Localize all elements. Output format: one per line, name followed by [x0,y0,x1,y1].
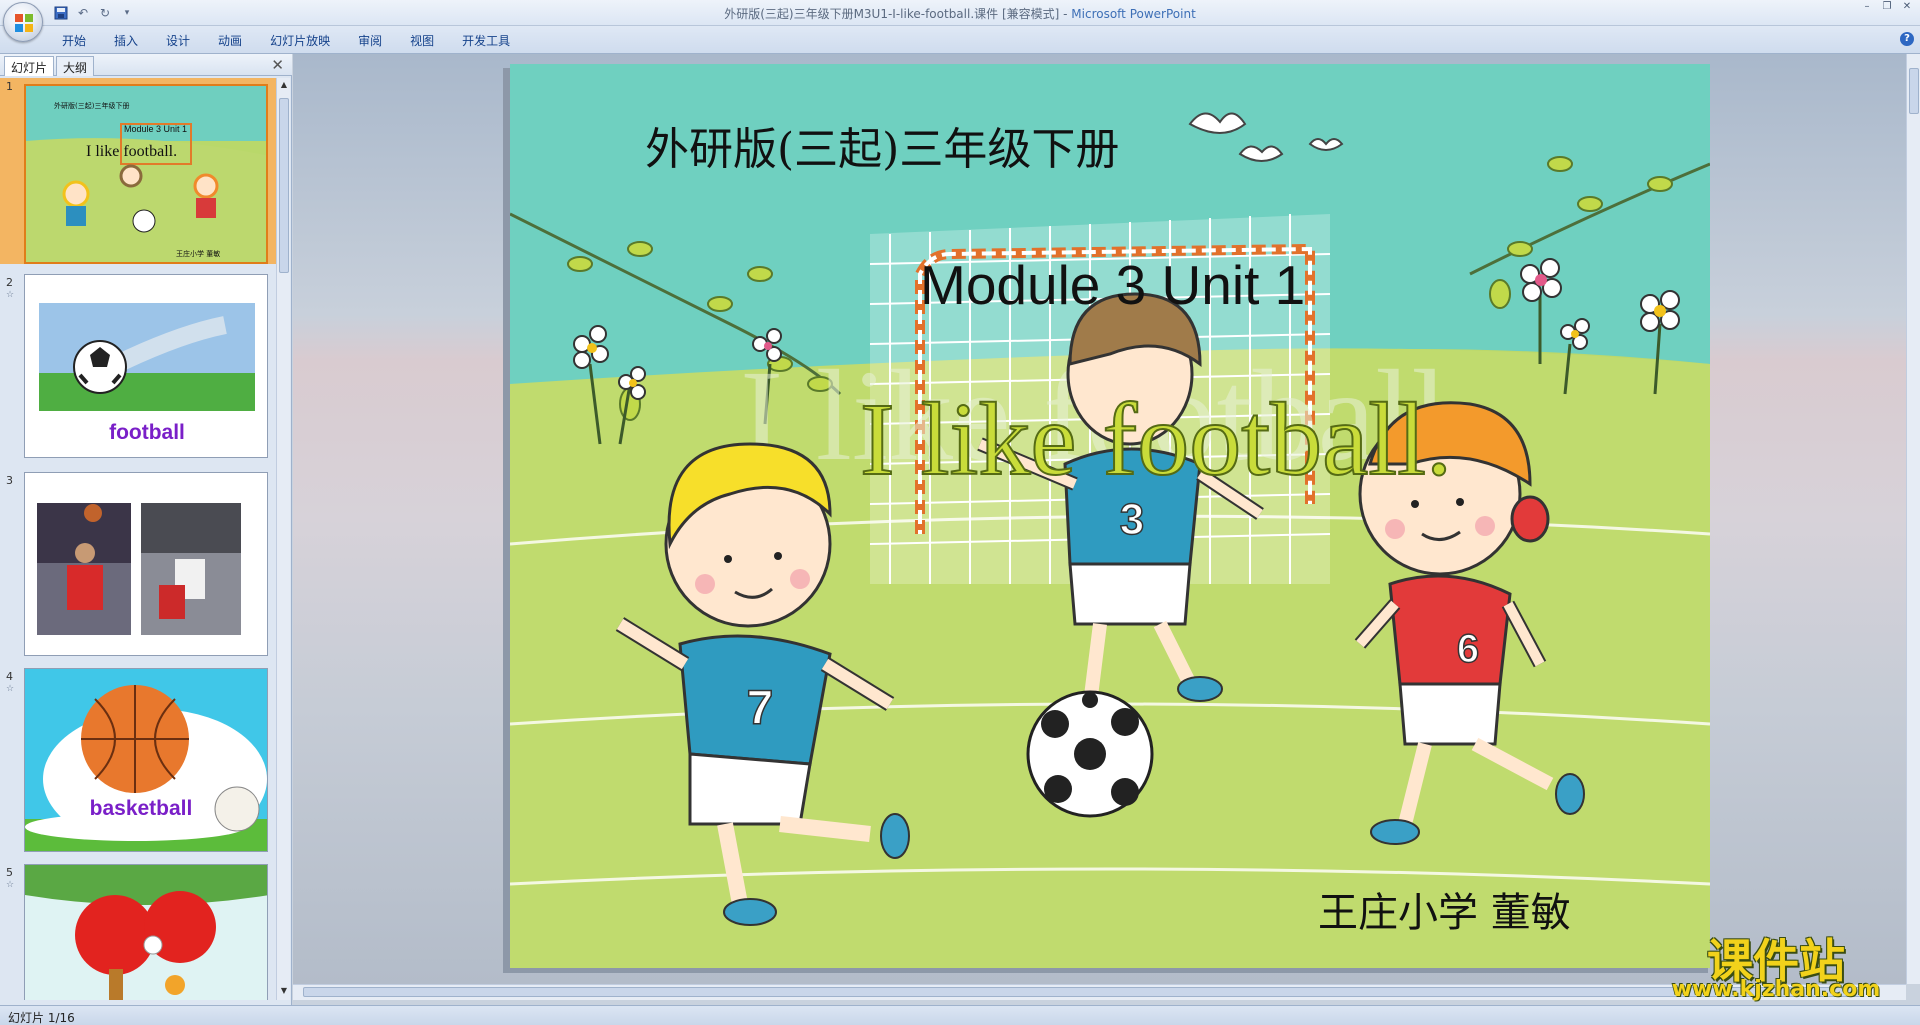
slide-illustration: I like football. 3 7 6 外研版(三起)三年级下册 Modu… [510,64,1710,968]
site-watermark: 课件站 www.kjzhan.com [1656,925,1896,1005]
tab-view[interactable]: 视图 [396,32,448,49]
scroll-down-icon[interactable]: ▼ [279,986,289,998]
ribbon: 开始 插入 设计 动画 幻灯片放映 审阅 视图 开发工具 ? [0,26,1920,54]
scroll-up-icon[interactable]: ▲ [279,80,289,92]
thumbnail-4-image: basketball [25,669,267,851]
slide-module-text[interactable]: Module 3 Unit 1 [920,254,1305,316]
svg-text:7: 7 [747,682,774,735]
thumbnail-5[interactable]: 5 ☆ [0,864,276,1000]
thumbnail-1-image: 外研版(三起)三年级下册 Module 3 Unit 1 I like foot… [26,86,266,262]
thumbnail-list: 1 外研版(三起)三年级下册 Module 3 Unit 1 I like fo… [0,78,276,1000]
tab-home[interactable]: 开始 [48,32,100,49]
svg-text:王庄小学 董敏: 王庄小学 董敏 [176,249,220,258]
window-title: 外研版(三起)三年级下册M3U1-I-like-football.课件 [兼容模… [724,7,1196,21]
thumbnail-number: 2 [6,276,13,289]
tab-slides[interactable]: 幻灯片 [4,56,55,76]
minimize-icon[interactable]: – [1860,2,1874,12]
panel-tabs: 幻灯片 大纲 ✕ [0,54,292,76]
tab-slideshow[interactable]: 幻灯片放映 [256,32,344,49]
slides-panel: 幻灯片 大纲 ✕ 1 外研版(三起)三年级下册 Module 3 Unit 1 … [0,54,292,1005]
animation-star-icon: ☆ [6,290,15,300]
thumbnail-4-frame: basketball [24,668,268,852]
thumbnail-5-image [25,865,267,1000]
status-bar: 幻灯片 1/16 [0,1005,1920,1025]
tab-review[interactable]: 审阅 [344,32,396,49]
thumbnail-1[interactable]: 1 外研版(三起)三年级下册 Module 3 Unit 1 I like fo… [0,78,276,264]
window-controls: – ❐ ✕ [1860,2,1914,12]
thumbnail-3-frame [24,472,268,656]
restore-icon[interactable]: ❐ [1880,2,1894,12]
slide-author-text[interactable]: 王庄小学 董敏 [1318,890,1571,936]
thumbnail-1-frame: 外研版(三起)三年级下册 Module 3 Unit 1 I like foot… [24,84,268,264]
svg-text:football: football [109,421,185,444]
slide-vertical-scrollbar[interactable] [1906,54,1920,984]
svg-text:basketball: basketball [90,797,193,820]
thumbnail-number: 3 [6,474,13,487]
scroll-thumb[interactable] [1909,68,1919,114]
panel-close-icon[interactable]: ✕ [271,56,284,74]
office-logo-icon [15,14,33,32]
thumbnail-2-frame: football [24,274,268,458]
office-button[interactable] [3,2,43,42]
thumbnail-scrollbar[interactable]: ▲ ▼ [276,78,290,1000]
close-icon[interactable]: ✕ [1900,2,1914,12]
tab-insert[interactable]: 插入 [100,32,152,49]
tab-animations[interactable]: 动画 [204,32,256,49]
tab-design[interactable]: 设计 [152,32,204,49]
thumbnail-3-image [25,473,267,655]
thumbnail-number: 4 [6,670,13,683]
svg-text:6: 6 [1457,627,1479,671]
watermark-url: www.kjzhan.com [1671,977,1881,1002]
tab-developer[interactable]: 开发工具 [448,32,524,49]
thumbnail-3[interactable]: 3 [0,472,276,658]
title-bar: ↶ ↻ ▾ 外研版(三起)三年级下册M3U1-I-like-football.课… [0,0,1920,26]
thumbnail-5-frame [24,864,268,1000]
slide-title-text[interactable]: I like football. [859,381,1453,498]
svg-text:Module 3 Unit 1: Module 3 Unit 1 [124,124,187,134]
slide-counter: 幻灯片 1/16 [8,1011,75,1025]
thumbnail-number: 5 [6,866,13,879]
help-icon[interactable]: ? [1900,32,1914,46]
tab-outline[interactable]: 大纲 [56,56,95,76]
animation-star-icon: ☆ [6,880,15,890]
thumbnail-number: 1 [6,80,13,93]
svg-text:外研版(三起)三年级下册: 外研版(三起)三年级下册 [54,101,129,110]
thumbnail-4[interactable]: 4 ☆ basketball [0,668,276,854]
slide-canvas[interactable]: I like football. 3 7 6 外研版(三起)三年级下册 Modu… [510,64,1710,968]
thumbnail-2[interactable]: 2 ☆ football [0,274,276,460]
scroll-thumb[interactable] [303,987,1863,997]
thumbnail-2-image: football [25,275,267,457]
animation-star-icon: ☆ [6,684,15,694]
svg-text:3: 3 [1120,495,1144,544]
slide-publisher-text[interactable]: 外研版(三起)三年级下册 [645,124,1119,175]
svg-text:I like football.: I like football. [86,143,177,160]
ribbon-tabs: 开始 插入 设计 动画 幻灯片放映 审阅 视图 开发工具 [48,32,524,49]
scroll-thumb[interactable] [279,98,289,273]
soccer-ball [1026,690,1154,818]
